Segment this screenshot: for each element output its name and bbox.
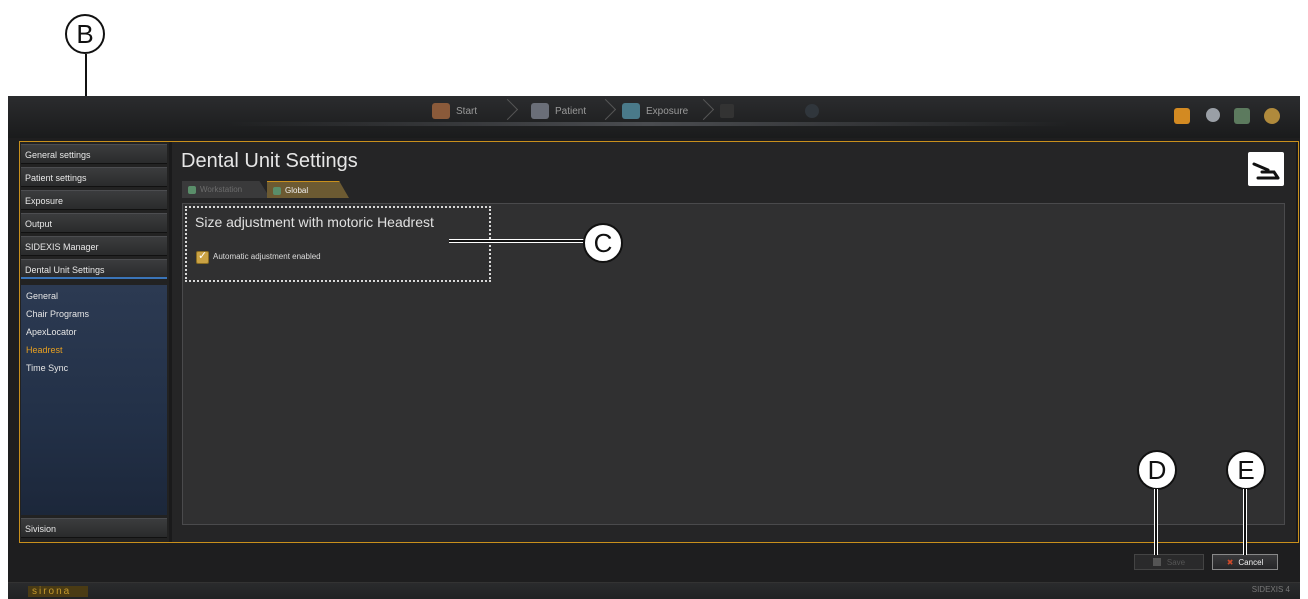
save-icon (1152, 558, 1161, 566)
app-window: Start Patient Exposure General settings … (8, 96, 1300, 599)
top-toolbar: Start Patient Exposure (8, 96, 1300, 138)
sidebar-subpanel: General Chair Programs ApexLocator Headr… (21, 285, 167, 515)
sidebar-item-dental-unit-settings[interactable]: Dental Unit Settings (21, 259, 167, 279)
workflow-patient-label: Patient (555, 105, 587, 117)
start-icon (432, 103, 450, 119)
subitem-chair-programs[interactable]: Chair Programs (26, 309, 89, 319)
automatic-adjustment-label: Automatic adjustment enabled (213, 252, 321, 261)
exposure-icon (622, 103, 640, 119)
workflow-exposure-label: Exposure (646, 105, 689, 117)
chevron-right-icon (500, 99, 512, 121)
callout-e-leader (1244, 489, 1246, 555)
sidebar-item-output[interactable]: Output (21, 213, 167, 233)
page-title: Dental Unit Settings (181, 150, 358, 172)
callout-d-leader (1155, 489, 1157, 555)
settings-icon[interactable] (1206, 108, 1220, 122)
cancel-button[interactable]: ✖ Cancel (1212, 554, 1278, 570)
finalize-icon[interactable] (805, 104, 819, 118)
group-title: Size adjustment with motoric Headrest (195, 214, 434, 230)
settings-pane: Size adjustment with motoric Headrest Au… (182, 203, 1285, 525)
chevron-right-icon (696, 99, 708, 121)
workstation-icon (188, 186, 196, 194)
subitem-time-sync[interactable]: Time Sync (26, 363, 68, 373)
subitem-apexlocator[interactable]: ApexLocator (26, 327, 77, 337)
workflow-exposure[interactable]: Exposure (622, 100, 688, 122)
tab-global[interactable]: Global (267, 181, 349, 198)
content-area: Dental Unit Settings Workstation Global … (172, 142, 1296, 542)
save-button[interactable]: Save (1134, 554, 1204, 570)
workflow-patient[interactable]: Patient (531, 100, 586, 122)
tab-workstation[interactable]: Workstation (182, 181, 270, 198)
exit-door-icon[interactable] (1174, 108, 1190, 124)
cancel-button-label: Cancel (1238, 558, 1264, 567)
sidebar-item-general-settings[interactable]: General settings (21, 144, 167, 164)
monitor-icon[interactable] (1234, 108, 1250, 124)
sidebar-item-sivision[interactable]: Sivision (21, 518, 167, 538)
version-label: SIDEXIS 4 (1251, 585, 1290, 594)
callout-e: E (1226, 450, 1266, 490)
save-button-label: Save (1166, 558, 1186, 567)
global-icon (273, 187, 281, 195)
workflow-start-label: Start (456, 105, 478, 117)
automatic-adjustment-checkbox[interactable] (196, 249, 209, 264)
callout-c: C (583, 223, 623, 263)
chevron-right-icon (598, 99, 610, 121)
cancel-icon: ✖ (1226, 558, 1234, 567)
sidebar: General settings Patient settings Exposu… (20, 142, 169, 542)
sidebar-item-patient-settings[interactable]: Patient settings (21, 167, 167, 187)
tab-global-label: Global (285, 186, 309, 195)
callout-d: D (1137, 450, 1177, 490)
dental-chair-icon (1248, 152, 1284, 186)
settings-frame: General settings Patient settings Exposu… (19, 141, 1299, 543)
headrest-group: Size adjustment with motoric Headrest Au… (185, 206, 491, 282)
sidebar-item-sidexis-manager[interactable]: SIDEXIS Manager (21, 236, 167, 256)
callout-c-leader (449, 240, 585, 242)
patient-icon (531, 103, 549, 119)
help-icon[interactable] (1264, 108, 1280, 124)
workflow-start[interactable]: Start (432, 100, 477, 122)
examine-icon[interactable] (720, 104, 734, 118)
callout-b: B (65, 14, 105, 54)
tab-workstation-label: Workstation (200, 185, 243, 194)
subitem-general[interactable]: General (26, 291, 58, 301)
sidebar-item-exposure[interactable]: Exposure (21, 190, 167, 210)
brand-logo: sirona (28, 586, 88, 597)
status-bar: sirona SIDEXIS 4 (8, 582, 1300, 599)
subitem-headrest[interactable]: Headrest (26, 345, 63, 355)
